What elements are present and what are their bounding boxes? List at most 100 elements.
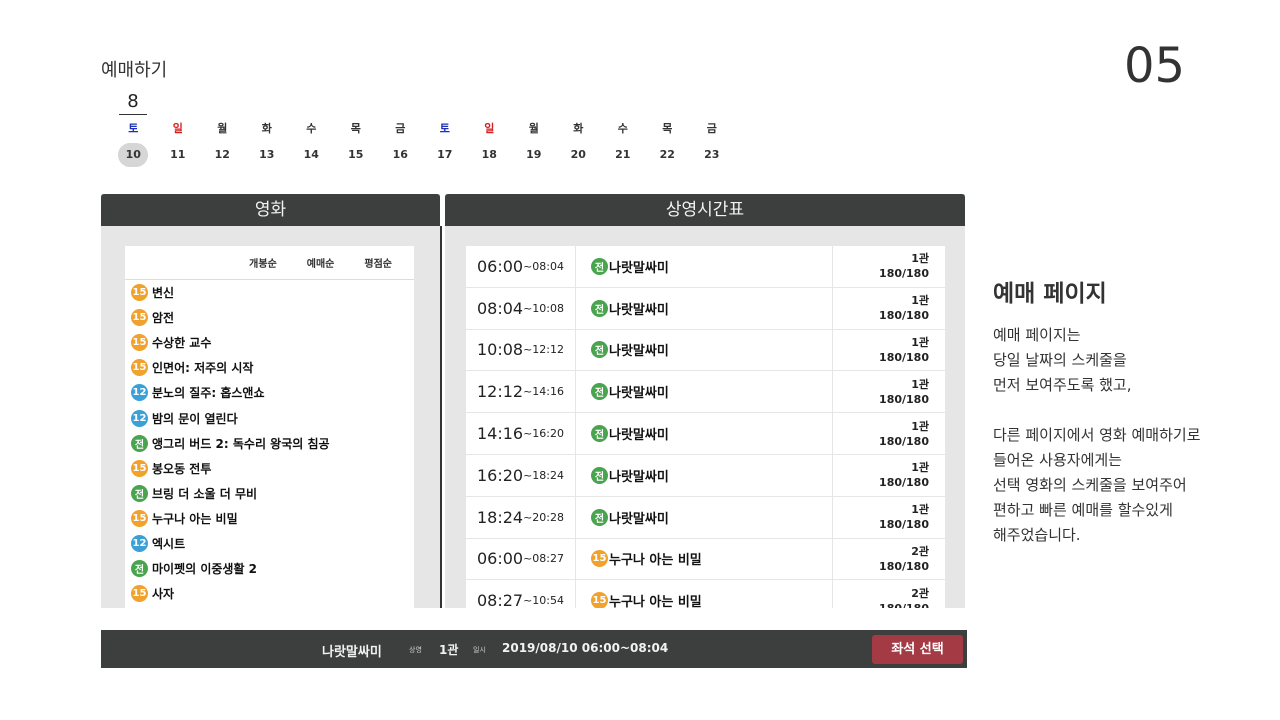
date-option[interactable]: 17: [423, 143, 468, 167]
date-option[interactable]: 18: [467, 143, 512, 167]
age-rating-badge: 전: [591, 383, 608, 401]
movie-title: 암전: [152, 311, 175, 326]
movie-title: 엑시트: [152, 536, 186, 551]
movie-title: 누구나 아는 비밀: [609, 595, 702, 608]
showtime-row[interactable]: 08:04 ~10:08 전 나랏말싸미 1관 180/180: [466, 287, 945, 330]
showtime-row[interactable]: 14:16 ~16:20 전 나랏말싸미 1관 180/180: [466, 413, 945, 455]
weekday-label: 화: [261, 122, 272, 135]
movie-title: 나랏말싸미: [609, 260, 669, 276]
age-rating-badge: 15: [131, 509, 148, 527]
selected-movie: 나랏말싸미: [322, 645, 382, 660]
hall-number: 1관: [911, 294, 929, 308]
movie-list-item[interactable]: 전 브링 더 소울 더 무비: [125, 481, 414, 506]
schedule-list[interactable]: 06:00 ~08:04 전 나랏말싸미 1관 180/180 08:04 ~10:08 전 나랏…: [466, 246, 945, 608]
weekday-label: 월: [217, 122, 228, 135]
date-option[interactable]: 15: [334, 143, 379, 167]
showtime-hall: 2관180/180: [833, 580, 945, 608]
end-time: ~08:27: [523, 552, 565, 566]
movie-title: 나랏말싸미: [609, 302, 669, 318]
movie-list-item[interactable]: 전 마이펫의 이중생활 2: [125, 556, 414, 581]
movie-list-item[interactable]: 12 밤의 문이 열린다: [125, 405, 414, 430]
start-time: 08:04: [476, 298, 524, 318]
showtime-time: 14:16 ~16:20: [466, 413, 576, 454]
booking-summary-bar: 나랏말싸미 상영 1관 일시 2019/08/10 06:00~08:04 좌석…: [101, 630, 967, 668]
weekday-label: 월: [528, 122, 539, 135]
start-time: 10:08: [476, 340, 524, 360]
seat-availability: 180/180: [879, 267, 929, 281]
showtime-row[interactable]: 08:27~10:5415누구나 아는 비밀2관180/180: [466, 580, 945, 608]
date-option[interactable]: 19: [512, 143, 557, 167]
date-number: 21: [615, 148, 631, 161]
showtime-hall: 1관 180/180: [833, 413, 945, 454]
sort-by-bookings[interactable]: 예매순: [307, 255, 335, 270]
movie-list-item[interactable]: 15 인면어: 저주의 시작: [125, 355, 414, 380]
seat-availability: 180/180: [879, 601, 929, 608]
start-time: 16:20: [476, 465, 524, 485]
hall-number: 2관: [911, 586, 929, 600]
movie-list-item[interactable]: 15 변신: [125, 280, 414, 305]
schedule-panel-title: 상영시간표: [445, 194, 965, 226]
showtime-time: 12:12 ~14:16: [466, 371, 576, 413]
age-rating-badge: 15: [591, 592, 608, 608]
showtime-row[interactable]: 16:20 ~18:24 전 나랏말싸미 1관 180/180: [466, 454, 945, 497]
movie-list-item[interactable]: 12 분노의 질주: 홉스앤쇼: [125, 380, 414, 405]
showtime-row[interactable]: 12:12 ~14:16 전 나랏말싸미 1관 180/180: [466, 371, 945, 414]
date-option[interactable]: 16: [378, 143, 423, 167]
showtime-row[interactable]: 06:00 ~08:27 15 누구나 아는 비밀 2관 180/180: [466, 538, 945, 581]
date-option[interactable]: 13: [245, 143, 290, 167]
movie-list-item[interactable]: 15 사자: [125, 581, 414, 606]
movie-list-item[interactable]: 전 앵그리 버드 2: 독수리 왕국의 침공: [125, 431, 414, 456]
seat-availability: 180/180: [879, 434, 929, 448]
date-option[interactable]: 21: [601, 143, 646, 167]
age-rating-badge: 전: [591, 508, 608, 526]
weekday-label: 일: [172, 122, 183, 135]
sort-by-rating[interactable]: 평점순: [364, 255, 392, 270]
showtime-time: 06:00 ~08:04: [466, 246, 576, 287]
end-time: ~10:54: [523, 594, 565, 608]
showtime-hall: 1관 180/180: [833, 330, 945, 371]
movie-list-item[interactable]: 12 엑시트: [125, 531, 414, 556]
start-time: 18:24: [476, 507, 524, 527]
datetime-label: 일시: [473, 646, 486, 654]
sort-by-release[interactable]: 개봉순: [249, 255, 277, 270]
hall-number: 2관: [911, 544, 929, 558]
seat-availability: 180/180: [879, 559, 929, 573]
weekday-label: 일: [484, 122, 495, 135]
seat-availability: 180/180: [879, 518, 929, 532]
date-option[interactable]: 20: [556, 143, 601, 167]
weekday-label: 화: [573, 122, 584, 135]
showtime-time: 10:08 ~12:12: [466, 329, 576, 371]
date-selected[interactable]: 10: [111, 143, 156, 167]
age-rating-badge: 전: [591, 299, 608, 317]
date-number: 13: [259, 148, 275, 161]
date-number: 16: [392, 148, 408, 161]
movie-list-item[interactable]: 15 수상한 교수: [125, 330, 414, 355]
seat-select-button[interactable]: 좌석 선택: [872, 635, 963, 664]
age-rating-badge: 전: [591, 425, 608, 443]
date-number: 12: [214, 148, 230, 161]
movie-list-item[interactable]: 15 암전: [125, 305, 414, 330]
page-number: 05: [1124, 38, 1186, 94]
hall-number: 1관: [911, 252, 929, 266]
weekday-label: 금: [706, 122, 717, 135]
date-number: 11: [170, 148, 186, 161]
date-option[interactable]: 12: [200, 143, 245, 167]
start-time: 14:16: [476, 424, 524, 444]
date-option[interactable]: 22: [645, 143, 690, 167]
showtime-row[interactable]: 06:00 ~08:04 전 나랏말싸미 1관 180/180: [466, 246, 945, 288]
date-option[interactable]: 23: [690, 143, 735, 167]
date-option[interactable]: 11: [156, 143, 201, 167]
movie-list-item[interactable]: 15 누구나 아는 비밀: [125, 506, 414, 531]
end-time: ~14:16: [523, 385, 565, 399]
movie-list[interactable]: 개봉순 예매순 평점순 15 변신 15 암전 15 수상한 교수 15 인면어: 저주의 시…: [125, 246, 414, 608]
date-option[interactable]: 14: [289, 143, 334, 167]
movie-title: 앵그리 버드 2: 독수리 왕국의 침공: [152, 436, 330, 451]
age-rating-badge: 전: [591, 466, 608, 484]
movie-list-item[interactable]: 15 봉오동 전투: [125, 456, 414, 481]
movie-title: 나랏말싸미: [609, 344, 669, 360]
showtime-row[interactable]: 18:24 ~20:28 전 나랏말싸미 1관 180/180: [466, 496, 945, 539]
seat-availability: 180/180: [879, 392, 929, 406]
movie-title: 나랏말싸미: [609, 428, 669, 444]
showtime-hall: 1관 180/180: [833, 288, 945, 329]
showtime-row[interactable]: 10:08 ~12:12 전 나랏말싸미 1관 180/180: [466, 329, 945, 372]
